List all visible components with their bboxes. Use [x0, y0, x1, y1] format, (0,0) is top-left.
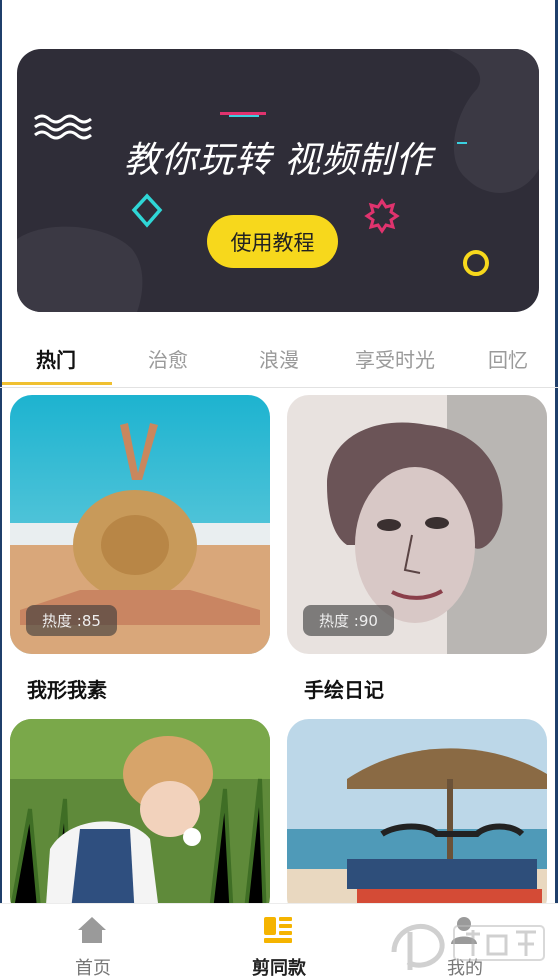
tutorial-button[interactable]: 使用教程	[207, 215, 338, 268]
template-card[interactable]	[287, 719, 547, 919]
category-tabs: 热门 治愈 浪漫 享受时光 回忆	[0, 330, 558, 386]
heat-badge: 热度 :85	[26, 605, 117, 636]
nav-templates-label: 剪同款	[252, 958, 306, 979]
banner-title: 教你玩转 视频制作	[123, 140, 433, 181]
template-card[interactable]: 热度 :85	[10, 395, 270, 654]
nav-home-label: 首页	[75, 958, 111, 979]
child-flower-image	[10, 719, 270, 919]
tab-hot[interactable]: 热门	[0, 330, 112, 386]
template-card[interactable]: 热度 :90	[287, 395, 547, 654]
tutorial-banner[interactable]: 教你玩转 视频制作 使用教程	[17, 49, 539, 312]
active-tab-indicator	[2, 382, 112, 385]
beach-books-image	[287, 719, 547, 919]
nav-home[interactable]: 首页	[0, 904, 186, 980]
left-edge-line	[0, 0, 2, 979]
tab-healing[interactable]: 治愈	[112, 330, 224, 386]
watermark-logo	[391, 923, 545, 970]
tab-memories[interactable]: 回忆	[458, 330, 558, 386]
tab-enjoy-time[interactable]: 享受时光	[334, 330, 456, 386]
tabs-divider	[0, 387, 558, 388]
template-card[interactable]	[10, 719, 270, 919]
heat-badge: 热度 :90	[303, 605, 394, 636]
card-title: 手绘日记	[304, 678, 384, 702]
tab-romantic[interactable]: 浪漫	[223, 330, 335, 386]
template-icon	[264, 917, 292, 943]
home-icon	[78, 917, 106, 943]
nav-templates[interactable]: 剪同款	[186, 904, 372, 980]
card-title: 我形我素	[27, 678, 107, 702]
